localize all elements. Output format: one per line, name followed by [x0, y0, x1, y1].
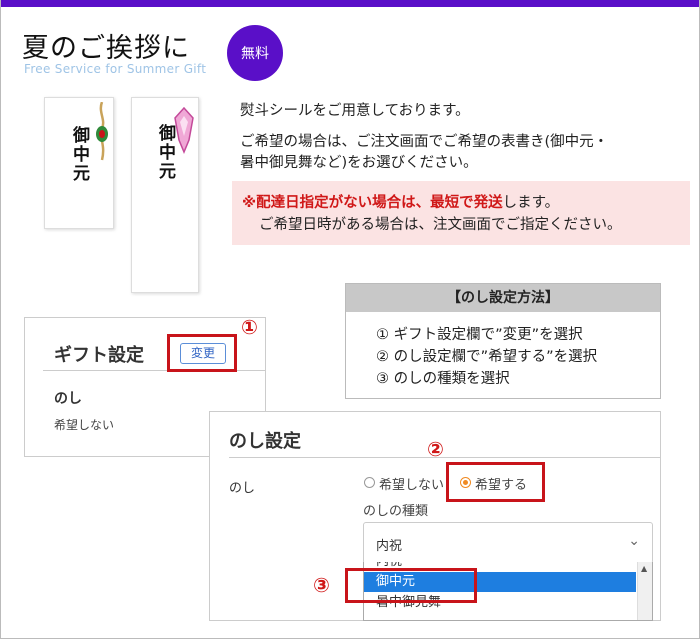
noshi-value: 希望しない [54, 418, 115, 432]
marker-1: ① [241, 315, 258, 339]
noshi-kind-label: のしの種類 [363, 504, 429, 519]
page-subtitle: Free Service for Summer Gift [24, 62, 207, 76]
noshi-kind-select[interactable]: 内祝 ⌄ [363, 522, 653, 564]
noshi-label: のし [54, 391, 82, 407]
notice-line: ご希望日時がある場合は、注文画面でご指定ください。 [259, 217, 622, 233]
notice-mark: ※ [242, 195, 257, 211]
noshi-tag-text: 御中元 [69, 126, 89, 183]
noshi-tag-ornament: 御中元 [131, 97, 199, 293]
marker-3: ③ [313, 573, 330, 597]
noshi-tag-mizuhiki: 御中元 [44, 97, 114, 229]
page-title: 夏のご挨拶に [22, 33, 190, 64]
delivery-notice: ※配達日指定がない場合は、最短で発送します。 ご希望日時がある場合は、注文画面で… [232, 181, 690, 245]
free-badge: 無料 [227, 25, 283, 81]
highlight-box-radio [446, 462, 545, 502]
howto-box: 【のし設定方法】 ① ギフト設定欄で”変更”を選択 ② のし設定欄で”希望する”… [345, 283, 661, 399]
scrollbar[interactable]: ▲ [637, 562, 652, 620]
mizuhiki-knot-icon [96, 102, 108, 161]
noshi-tag-text: 御中元 [155, 124, 175, 181]
notice-alert-text: 配達日指定がない場合は、最短で発送 [256, 195, 503, 211]
description-line: ご希望の場合は、ご注文画面でご希望の表書き(御中元・ [240, 134, 609, 150]
noshi-settings-title: のし設定 [229, 431, 301, 452]
highlight-box-item [345, 568, 477, 603]
notice-line: ※配達日指定がない場合は、最短で発送します。 [242, 191, 559, 212]
chevron-down-icon: ⌄ [628, 533, 640, 549]
scroll-up-arrow-icon[interactable]: ▲ [641, 564, 647, 573]
select-value: 内祝 [376, 539, 403, 554]
howto-step: ① ギフト設定欄で”変更”を選択 [376, 327, 583, 343]
marker-2: ② [427, 437, 444, 461]
highlight-box-change [167, 334, 237, 372]
radio-label: 希望しない [379, 478, 445, 493]
howto-step: ③ のしの種類を選択 [376, 371, 510, 387]
divider [229, 457, 660, 458]
howto-title: 【のし設定方法】 [346, 284, 660, 312]
radio-no-preference[interactable] [364, 477, 375, 488]
notice-rest: します。 [502, 195, 560, 211]
noshi-field-label: のし [229, 481, 256, 496]
howto-step: ② のし設定欄で”希望する”を選択 [376, 349, 598, 365]
description-line: 熨斗シールをご用意しております。 [240, 103, 470, 119]
gift-settings-title: ギフト設定 [54, 345, 144, 366]
description-line: 暑中御見舞など)をお選びください。 [240, 155, 478, 171]
